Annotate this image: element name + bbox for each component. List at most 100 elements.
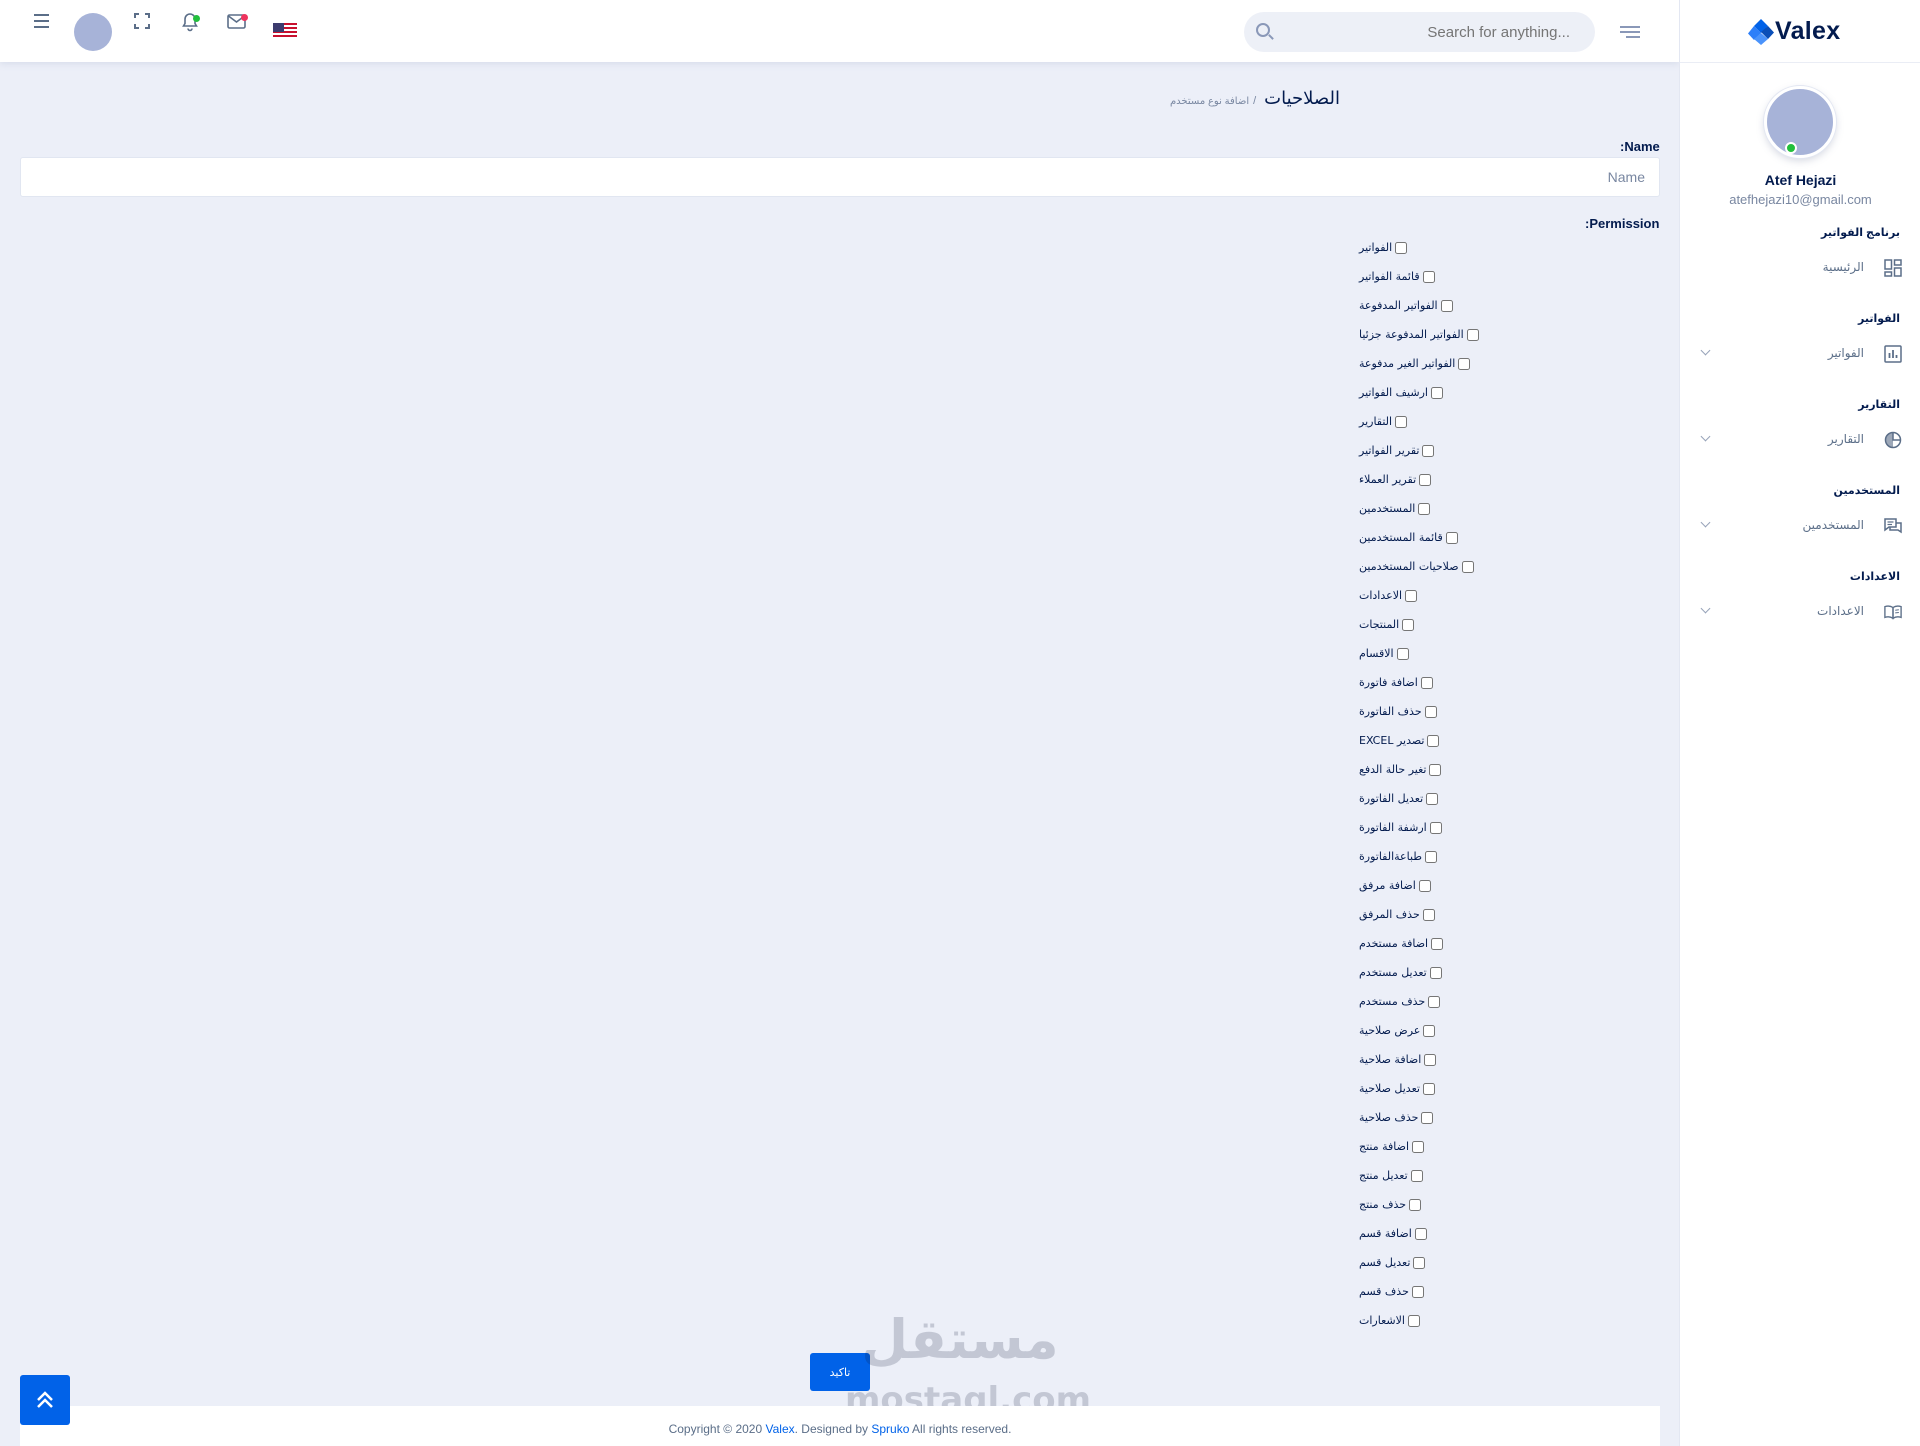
footer-designer-link[interactable]: Spruko [871,1422,909,1436]
permission-checkbox[interactable] [1422,908,1435,921]
permission-row[interactable]: اضافة مرفق [1359,871,1659,900]
permission-checkbox[interactable] [1429,763,1442,776]
permission-checkbox[interactable] [1409,1198,1422,1211]
permission-checkbox[interactable] [1458,357,1471,370]
hamburger-menu-icon[interactable] [34,14,56,36]
permission-row[interactable]: تصدير EXCEL [1359,726,1659,755]
permission-checkbox[interactable] [1430,386,1443,399]
permission-checkbox[interactable] [1407,1314,1420,1327]
page-title: الصلاحيات [1264,88,1340,108]
sidebar-item-invoices[interactable]: الفواتير [1700,342,1902,368]
user-avatar[interactable] [74,13,112,51]
permission-row[interactable]: حذف صلاحية [1359,1103,1659,1132]
permission-row[interactable]: الاشعارات [1359,1306,1659,1335]
permission-checkbox[interactable] [1426,792,1439,805]
permission-checkbox[interactable] [1418,879,1431,892]
permission-checkbox[interactable] [1395,415,1408,428]
permission-row[interactable]: تقرير الفواتير [1359,436,1659,465]
permission-checkbox[interactable] [1411,1285,1424,1298]
permission-row[interactable]: تغير حالة الدفع [1359,755,1659,784]
name-input[interactable] [20,157,1660,197]
permission-row[interactable]: اضافة مستخدم [1359,929,1659,958]
permission-row[interactable]: الاقسام [1359,639,1659,668]
permission-row[interactable]: الفواتير المدفوعة جزئيا [1359,320,1659,349]
permission-checkbox[interactable] [1395,241,1408,254]
permission-row[interactable]: حذف مستخدم [1359,987,1659,1016]
permission-row[interactable]: تقرير العملاء [1359,465,1659,494]
permission-checkbox[interactable] [1423,1024,1436,1037]
permission-row[interactable]: تعديل مستخدم [1359,958,1659,987]
sidebar-item-reports[interactable]: التقارير [1700,428,1902,454]
search-icon[interactable] [1256,23,1270,37]
permission-row[interactable]: ارشيف الفواتير [1359,378,1659,407]
permission-checkbox[interactable] [1445,531,1458,544]
permission-checkbox[interactable] [1440,299,1453,312]
permission-row[interactable]: قائمة الفواتير [1359,262,1659,291]
search-input[interactable] [1244,12,1595,52]
permission-checkbox[interactable] [1422,444,1435,457]
permission-checkbox[interactable] [1414,1227,1427,1240]
permission-checkbox[interactable] [1418,502,1431,515]
permission-checkbox[interactable] [1431,937,1444,950]
sidebar-item-settings[interactable]: الاعدادات [1700,600,1902,626]
permission-checkbox[interactable] [1425,850,1438,863]
sidebar-item-users[interactable]: المستخدمين [1700,514,1902,540]
align-right-menu-icon[interactable] [1620,26,1640,41]
permission-row[interactable]: اضافة قسم [1359,1219,1659,1248]
permission-row[interactable]: تعديل صلاحية [1359,1074,1659,1103]
permission-row[interactable]: حذف المرفق [1359,900,1659,929]
footer-brand-link[interactable]: Valex [765,1422,794,1436]
profile-avatar[interactable] [1764,86,1836,158]
permission-checkbox[interactable] [1419,473,1432,486]
notification-bell-icon[interactable] [181,12,203,34]
permission-checkbox[interactable] [1466,328,1479,341]
sidebar-item-home[interactable]: الرئيسية [1702,256,1902,282]
permission-row[interactable]: الفواتير [1359,233,1659,262]
permission-label-text: التقارير [1359,415,1393,428]
permission-checkbox[interactable] [1422,1082,1435,1095]
fullscreen-icon[interactable] [134,13,150,29]
submit-button[interactable]: تاكيد [810,1353,870,1391]
permission-checkbox[interactable] [1410,1169,1423,1182]
online-status-indicator [1785,142,1797,154]
permission-checkbox[interactable] [1421,1111,1434,1124]
permission-checkbox[interactable] [1428,995,1441,1008]
back-to-top-button[interactable] [20,1375,70,1425]
permission-checkbox[interactable] [1427,734,1440,747]
permission-checkbox[interactable] [1405,589,1418,602]
permission-checkbox[interactable] [1422,270,1435,283]
permission-row[interactable]: قائمة المستخدمين [1359,523,1659,552]
permission-row[interactable]: صلاحيات المستخدمين [1359,552,1659,581]
permission-checkbox[interactable] [1396,647,1409,660]
permission-checkbox[interactable] [1424,1053,1437,1066]
permission-row[interactable]: طباعةالفاتورة [1359,842,1659,871]
permission-row[interactable]: تعديل منتج [1359,1161,1659,1190]
permission-row[interactable]: اضافة فاتورة [1359,668,1659,697]
permission-row[interactable]: الفواتير الغير مدفوعة [1359,349,1659,378]
permission-checkbox[interactable] [1429,966,1442,979]
permission-row[interactable]: حذف الفاتورة [1359,697,1659,726]
permission-checkbox[interactable] [1461,560,1474,573]
permission-row[interactable]: اضافة صلاحية [1359,1045,1659,1074]
permission-row[interactable]: المنتجات [1359,610,1659,639]
permission-row[interactable]: تعديل الفاتورة [1359,784,1659,813]
permission-row[interactable]: ارشفة الفاتورة [1359,813,1659,842]
permission-checkbox[interactable] [1412,1140,1425,1153]
permission-row[interactable]: الفواتير المدفوعة [1359,291,1659,320]
permission-row[interactable]: اضافة منتج [1359,1132,1659,1161]
permission-checkbox[interactable] [1420,676,1433,689]
permission-label-text: حذف قسم [1359,1285,1409,1298]
messages-mail-icon[interactable] [227,14,249,36]
permission-row[interactable]: الاعدادات [1359,581,1659,610]
permission-row[interactable]: حذف قسم [1359,1277,1659,1306]
permission-row[interactable]: عرض صلاحية [1359,1016,1659,1045]
permission-checkbox[interactable] [1424,705,1437,718]
permission-checkbox[interactable] [1429,821,1442,834]
permission-checkbox[interactable] [1413,1256,1426,1269]
us-flag-language-icon[interactable] [273,23,297,39]
permission-row[interactable]: المستخدمين [1359,494,1659,523]
permission-row[interactable]: تعديل قسم [1359,1248,1659,1277]
permission-row[interactable]: التقارير [1359,407,1659,436]
permission-row[interactable]: حذف منتج [1359,1190,1659,1219]
permission-checkbox[interactable] [1402,618,1415,631]
